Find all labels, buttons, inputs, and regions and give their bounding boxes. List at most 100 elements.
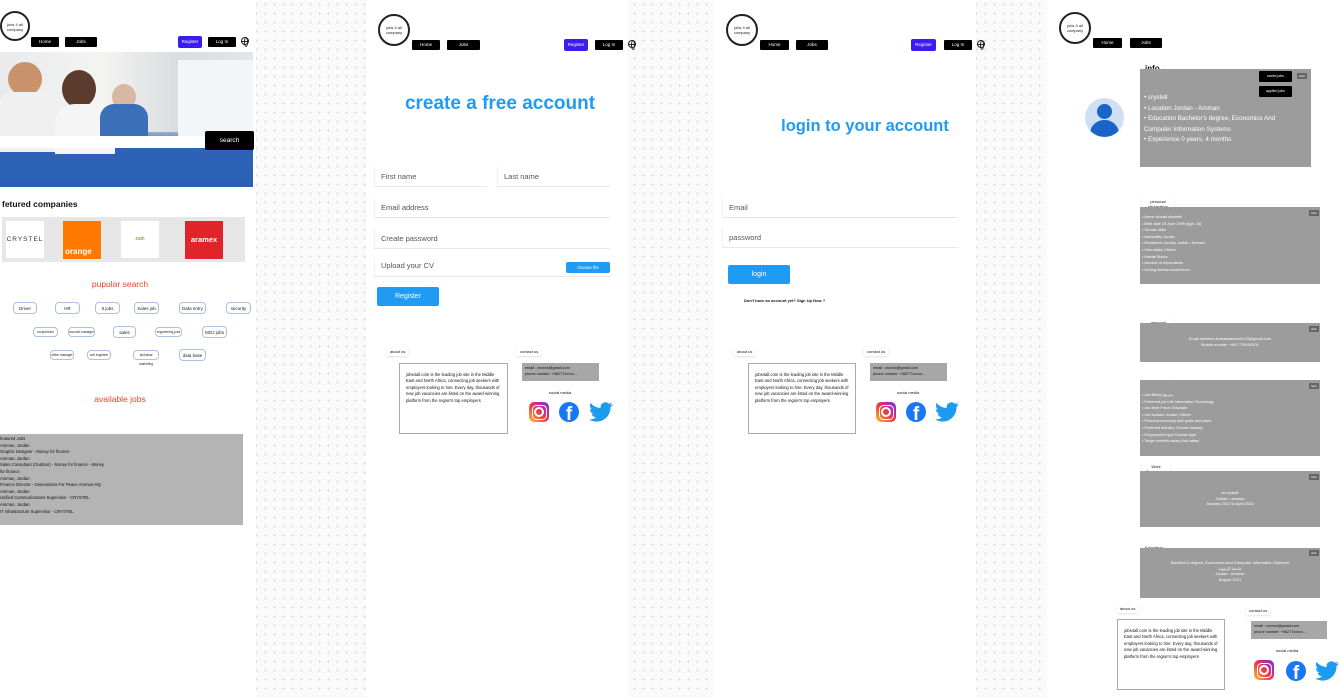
preferred-edit-button[interactable]: Edit <box>1309 383 1319 389</box>
job-line[interactable]: featured Jobs <box>0 436 243 443</box>
work-edit-button[interactable]: Edit <box>1309 474 1319 480</box>
info-item: Education Bachelor's degree, Economics A… <box>1144 114 1304 135</box>
personal-item: Residence country Jordan - Amman <box>1142 240 1302 247</box>
language-globe-icon[interactable] <box>977 40 985 50</box>
instagram-icon[interactable] <box>876 402 896 422</box>
nav-login-button[interactable]: Log In <box>595 40 623 50</box>
job-line[interactable]: Graphic Designer - Money for finance <box>0 449 243 456</box>
popular-chip[interactable]: office manager <box>50 350 74 360</box>
info-list: crystell Location Jordan - Amman Educati… <box>1144 93 1304 146</box>
job-line[interactable]: IT Infrastructure Supervisor - CRYSTEL <box>0 509 243 516</box>
popular-chip[interactable]: account manager <box>68 327 95 337</box>
language-globe-icon[interactable] <box>241 37 249 47</box>
company-logo-crystel[interactable]: CRYSTEL <box>6 221 44 258</box>
contact-lines: Email address ahmadalsweeh123@gmail.com … <box>1140 336 1320 348</box>
popular-chip[interactable]: Driver <box>13 302 37 314</box>
popular-chip[interactable]: MOJ jobs <box>202 326 227 338</box>
instagram-icon[interactable] <box>1254 660 1274 680</box>
search-bar[interactable] <box>0 136 206 148</box>
popular-chip[interactable]: HR <box>55 302 80 314</box>
work-line: January 2022 to April 2022 <box>1206 501 1254 506</box>
facebook-icon[interactable]: f <box>1286 661 1306 681</box>
contact-phone[interactable]: phone number: +96277xxxxx... <box>525 372 596 378</box>
contact-phone[interactable]: phone number: +96277xxxxx... <box>873 372 944 378</box>
nav-register-button[interactable]: Register <box>911 39 936 51</box>
personal-info-list: Name ahmad alsweeh Birth date 15 June 19… <box>1142 214 1302 273</box>
profile-avatar[interactable] <box>1085 98 1124 137</box>
job-line[interactable]: Sales Consultant (Outdoor) - Money for f… <box>0 462 243 469</box>
signup-link[interactable]: Don't have an account yet? Sign Up Now ? <box>744 298 825 303</box>
contact-edit-button[interactable]: Edit <box>1309 326 1319 332</box>
company-name: CRYSTEL <box>6 236 44 243</box>
instagram-icon[interactable] <box>529 402 549 422</box>
contact-info: email : xxxxxx@gmail.com phone number: +… <box>522 363 599 381</box>
info-edit-button[interactable]: Edit <box>1297 73 1307 79</box>
register-frame: jobs 4 all company Home Jobs Register Lo… <box>366 0 636 697</box>
popular-chip[interactable]: Data entry <box>179 302 206 314</box>
job-line[interactable]: Finance Director - Generations For Peace… <box>0 482 243 489</box>
nav-login-button[interactable]: Log In <box>944 40 972 50</box>
company-logo[interactable]: jobs 4 all company <box>726 14 758 46</box>
nav-jobs-button[interactable]: Jobs <box>65 37 97 47</box>
popular-chip[interactable]: data base <box>179 349 206 361</box>
company-logo-zain[interactable]: zain <box>121 221 159 258</box>
job-line[interactable]: Unified Communications Supervisor - CRYS… <box>0 495 243 502</box>
nav-home-button[interactable]: Home <box>412 40 440 50</box>
register-submit-button[interactable]: Register <box>377 287 439 306</box>
popular-chip[interactable]: security <box>226 302 251 314</box>
language-globe-icon[interactable] <box>628 40 636 50</box>
email-input[interactable]: Email address <box>374 197 610 218</box>
job-line: Amman, Jordan <box>0 475 30 481</box>
nav-register-button[interactable]: Register <box>564 39 588 51</box>
twitter-icon[interactable] <box>589 402 613 422</box>
nav-jobs-button[interactable]: Jobs <box>1130 38 1162 48</box>
facebook-icon[interactable]: f <box>906 402 926 422</box>
job-line: Amman, Jordan <box>0 455 30 461</box>
about-us-label: about us <box>1117 604 1139 613</box>
popular-chip[interactable]: It jobs <box>95 302 120 314</box>
login-password-input[interactable]: password <box>722 228 958 248</box>
about-us-label: about us <box>387 347 409 356</box>
company-logo[interactable]: jobs 4 all company <box>378 14 410 46</box>
personal-edit-button[interactable]: Edit <box>1309 210 1319 216</box>
facebook-icon[interactable]: f <box>559 402 579 422</box>
nav-register-button[interactable]: Register <box>178 36 202 48</box>
popular-chip[interactable]: Sales job <box>134 302 159 314</box>
twitter-icon[interactable] <box>935 402 959 422</box>
popular-chip[interactable]: engineering jobs <box>155 327 182 337</box>
login-email-input[interactable]: Email <box>722 197 958 218</box>
personal-item: Nationality Jordan <box>1142 234 1302 241</box>
company-name: zain <box>135 236 145 242</box>
company-logo-orange[interactable]: orange <box>63 221 101 259</box>
nav-home-button[interactable]: Home <box>1093 38 1122 48</box>
last-name-input[interactable]: Last name <box>497 167 610 187</box>
nav-jobs-button[interactable]: Jobs <box>796 40 828 50</box>
nav-home-button[interactable]: Home <box>31 37 59 47</box>
twitter-icon[interactable] <box>1315 661 1339 681</box>
company-logo[interactable]: jobs 4 all company <box>0 11 30 41</box>
password-input[interactable]: Create password <box>374 228 610 249</box>
nav-jobs-button[interactable]: Jobs <box>447 40 480 50</box>
nav-home-button[interactable]: Home <box>760 40 789 50</box>
contact-phone[interactable]: phone number: +96277xxxxx... <box>1254 630 1324 636</box>
nav-login-button[interactable]: Log In <box>208 37 236 47</box>
login-submit-button[interactable]: login <box>728 265 790 284</box>
education-edit-button[interactable]: Edit <box>1309 550 1319 556</box>
company-logo-aramex[interactable]: aramex <box>185 221 223 259</box>
saved-jobs-button[interactable]: saved jobs <box>1259 71 1292 82</box>
home-frame: jobs 4 all company Home Jobs Register Lo… <box>0 0 256 697</box>
choose-file-button[interactable]: choose file <box>566 262 610 273</box>
company-logo[interactable]: jobs 4 all company <box>1059 12 1091 44</box>
available-jobs-title: available jobs <box>94 394 146 404</box>
info-item: crystell <box>1144 93 1304 104</box>
popular-chip[interactable]: technical marketing <box>133 350 159 366</box>
first-name-input[interactable]: First name <box>374 167 487 187</box>
popular-chip[interactable]: sales <box>113 326 136 338</box>
popular-chip[interactable]: civil engineer <box>87 350 111 360</box>
contact-us-label: contact us <box>1246 606 1271 615</box>
company-name: orange <box>65 247 92 256</box>
preferred-job-list: Job title(s) مبرمج Preferred job role In… <box>1142 392 1307 445</box>
popular-chip[interactable]: receptionist <box>33 327 58 337</box>
search-button[interactable]: search <box>205 131 254 150</box>
contact-us-label: contact us <box>864 347 889 356</box>
